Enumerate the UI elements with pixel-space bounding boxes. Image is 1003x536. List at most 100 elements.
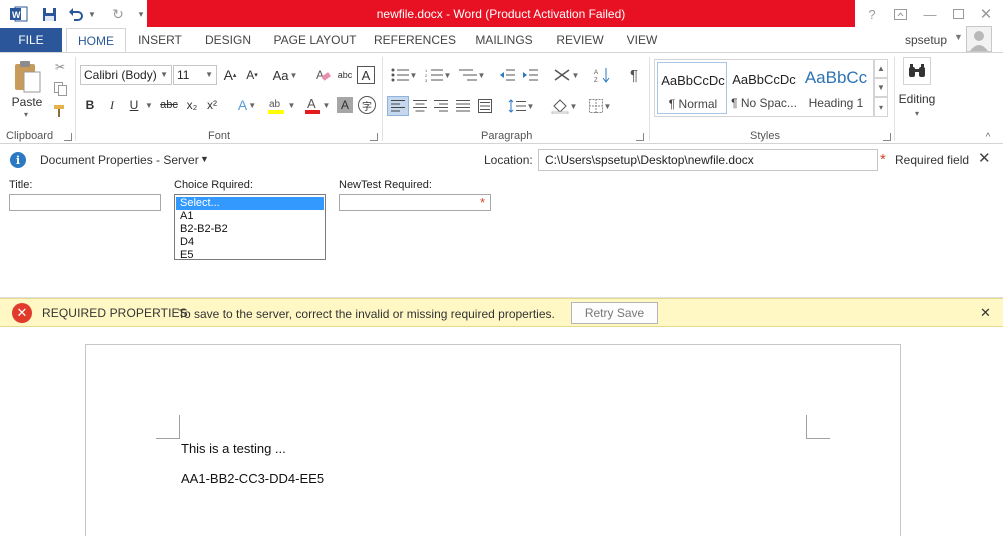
text-effects-icon[interactable]: A ▼ [234,96,260,114]
required-properties-message: To save to the server, correct the inval… [178,307,555,321]
decrease-indent-icon[interactable] [497,65,517,85]
document-paragraph[interactable]: AA1-BB2-CC3-DD4-EE5 [181,471,324,486]
cut-icon[interactable]: ✂ [52,59,68,75]
change-case-button[interactable]: Aa ▼ [271,66,299,84]
style-heading-1[interactable]: AaBbCc Heading 1 [801,62,871,114]
help-button[interactable]: ? [860,4,884,24]
clipboard-launcher-icon[interactable] [64,133,72,141]
font-size-select[interactable]: 11 ▼ [173,65,217,85]
tab-home[interactable]: HOME [66,28,126,53]
shading-icon[interactable]: ▼ [548,96,580,116]
align-center-icon[interactable] [410,96,430,116]
binoculars-icon[interactable] [903,57,931,85]
styles-more-icon[interactable]: ▾ [874,97,888,117]
styles-scroll-down-icon[interactable]: ▼ [874,78,888,97]
align-left-icon[interactable] [387,96,409,116]
tab-file[interactable]: FILE [0,28,62,52]
highlight-color-icon[interactable]: ab ▼ [266,95,296,115]
paste-dropdown-icon[interactable]: ▾ [20,109,32,119]
location-field[interactable]: C:\Users\spsetup\Desktop\newfile.docx [538,149,878,171]
error-icon: ✕ [12,303,32,323]
choice-option-d4[interactable]: D4 [176,236,324,249]
undo-icon[interactable] [66,4,86,24]
superscript-button[interactable]: x² [204,96,220,114]
editing-button[interactable]: Editing [896,91,938,107]
styles-scroll-up-icon[interactable]: ▲ [874,59,888,78]
style-no-spacing[interactable]: AaBbCcDc ¶ No Spac... [729,62,799,114]
tab-references-label: REFERENCES [373,33,456,47]
tab-design[interactable]: DESIGN [198,28,258,52]
choice-option-b2[interactable]: B2-B2-B2 [176,223,324,236]
collapse-ribbon-icon[interactable]: ^ [982,131,994,143]
multilevel-list-icon[interactable]: ▼ [456,65,488,85]
character-shading-icon[interactable]: A [337,97,353,113]
increase-indent-icon[interactable] [520,65,540,85]
underline-button[interactable]: U [126,96,142,114]
qat-customize-icon[interactable]: ▾ [136,4,146,24]
phonetic-guide-icon[interactable]: abc [336,66,354,84]
newtest-field[interactable]: * [339,194,491,211]
undo-dropdown-icon[interactable]: ▼ [87,4,97,24]
close-icon[interactable]: ✕ [980,305,991,321]
clear-formatting-icon[interactable]: A [314,66,332,84]
redo-icon[interactable]: ↻ [108,4,128,24]
bullets-icon[interactable]: ▼ [388,65,420,85]
tab-insert[interactable]: INSERT [132,28,188,52]
save-icon[interactable] [38,4,60,24]
avatar[interactable] [966,26,992,52]
font-name-select[interactable]: Calibri (Body) ▼ [80,65,172,85]
maximize-icon[interactable] [946,4,970,24]
choice-required-listbox[interactable]: Select... A1 B2-B2-B2 D4 E5 [174,194,326,262]
chevron-down-icon: ▼ [526,101,535,111]
tab-page-layout[interactable]: PAGE LAYOUT [268,28,362,52]
tab-mailings[interactable]: MAILINGS [468,28,540,52]
line-spacing-icon[interactable]: ▼ [505,96,537,116]
account-dropdown-icon[interactable]: ▼ [954,32,963,42]
italic-button[interactable]: I [104,96,120,114]
copy-icon[interactable] [52,81,68,97]
subscript-button[interactable]: x₂ [184,96,200,114]
distributed-icon[interactable] [475,96,495,116]
align-right-icon[interactable] [431,96,451,116]
shrink-font-button[interactable]: A ▾ [243,66,261,84]
underline-dropdown-icon[interactable]: ▼ [144,96,154,114]
format-painter-icon[interactable] [52,103,68,119]
document-paragraph[interactable]: This is a testing ... [181,441,286,456]
style-normal[interactable]: AaBbCcDc ¶ Normal [657,62,727,114]
font-color-icon[interactable]: A ▼ [302,95,332,115]
paste-icon[interactable] [10,59,44,95]
tab-references[interactable]: REFERENCES [372,28,458,52]
chevron-down-icon[interactable]: ▼ [200,154,209,164]
choice-option-a1[interactable]: A1 [176,210,324,223]
numbering-icon[interactable]: 1 2 3 ▼ [422,65,454,85]
asian-layout-icon[interactable]: ▼ [551,65,581,85]
ribbon-display-options-icon[interactable] [888,4,912,24]
sort-icon[interactable]: AZ [592,65,612,85]
styles-launcher-icon[interactable] [883,133,891,141]
paste-button[interactable]: Paste [10,95,44,109]
editing-dropdown-icon[interactable]: ▾ [912,108,922,118]
tab-review[interactable]: REVIEW [550,28,610,52]
bold-button[interactable]: B [82,96,98,114]
font-launcher-icon[interactable] [370,133,378,141]
account-name[interactable]: spsetup [905,28,947,52]
strikethrough-button[interactable]: abc [158,96,180,114]
minimize-icon[interactable]: — [918,4,942,24]
style-normal-sample: AaBbCcDc [661,73,725,88]
close-icon[interactable]: ✕ [978,149,991,167]
paragraph-launcher-icon[interactable] [636,133,644,141]
grow-font-button[interactable]: A ▴ [221,66,239,84]
borders-icon[interactable]: ▼ [584,96,616,116]
choice-option-select[interactable]: Select... [176,197,324,210]
retry-save-button[interactable]: Retry Save [571,302,658,324]
justify-icon[interactable] [453,96,473,116]
enclose-characters-icon[interactable]: 字 [358,96,376,114]
close-window-icon[interactable]: ✕ [974,4,998,24]
tab-view[interactable]: VIEW [620,28,664,52]
choice-option-e5[interactable]: E5 [176,249,324,262]
character-border-icon[interactable]: A [357,66,375,84]
show-formatting-marks-icon[interactable]: ¶ [624,65,644,85]
document-properties-title[interactable]: Document Properties - Server [40,153,199,167]
title-field[interactable] [9,194,161,211]
document-page[interactable]: This is a testing ... AA1-BB2-CC3-DD4-EE… [85,344,901,536]
